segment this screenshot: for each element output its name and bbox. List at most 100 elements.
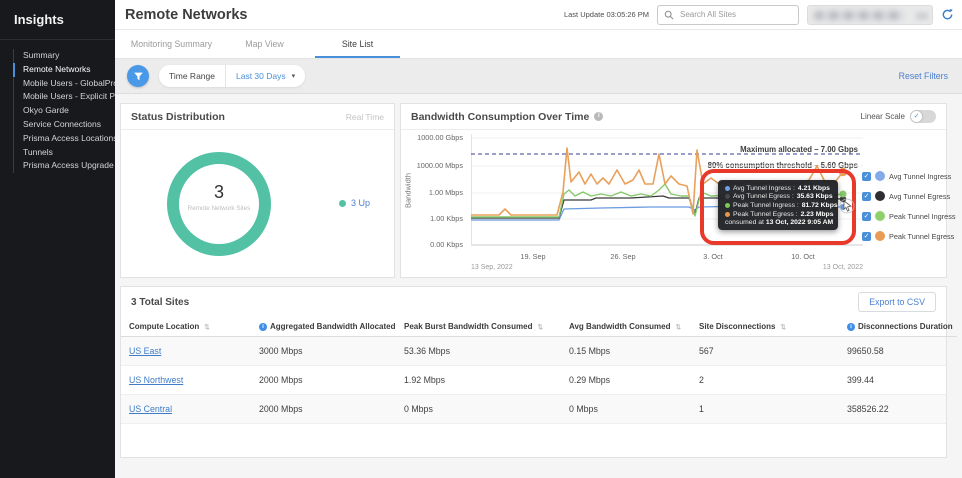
sidebar-item-mobile-users-explicit-proxy[interactable]: Mobile Users - Explicit Proxy — [13, 90, 131, 105]
content-area: Status Distribution Real Time 3 Remote N… — [115, 94, 962, 478]
table-body: US East 3000 Mbps 53.36 Mbps 0.15 Mbps 567 99… — [121, 337, 946, 424]
mouse-cursor — [839, 198, 855, 214]
page-title: Remote Networks — [125, 6, 248, 23]
tab-monitoring-summary[interactable]: Monitoring Summary — [125, 31, 218, 58]
column-header-disconnections-duration[interactable]: i Disconnections Duration — [839, 317, 957, 337]
x-tick-label: 10. Oct — [791, 252, 815, 261]
column-header-compute-location[interactable]: Compute Location ⇅ — [121, 317, 251, 337]
column-header-label: Avg Bandwidth Consumed — [569, 322, 671, 331]
funnel-icon — [133, 72, 143, 80]
linear-scale-toggle[interactable]: ✓ — [910, 110, 936, 123]
last-update-text: Last Update 03:05:26 PM — [563, 10, 649, 19]
status-card-title: Status Distribution — [131, 110, 225, 123]
sidebar-item-mobile-users-globalprotect[interactable]: Mobile Users - GlobalProtect — [13, 76, 132, 91]
export-csv-button[interactable]: Export to CSV — [858, 292, 936, 312]
column-header-avg-bandwidth-consumed[interactable]: Avg Bandwidth Consumed ⇅ — [561, 317, 691, 337]
search-box[interactable] — [657, 4, 799, 25]
linear-scale-label: Linear Scale — [860, 112, 905, 121]
info-icon[interactable]: i — [594, 112, 604, 121]
app-window: Insights Summary Remote Networks Mobile Us… — [0, 0, 962, 478]
tooltip-series-value: 4.21 Kbps — [797, 184, 830, 192]
site-link-us-east[interactable]: US East — [129, 346, 161, 356]
time-range-filter[interactable]: Time Range Last 30 Days ▾ — [159, 65, 306, 87]
legend-item-peak-tunnel-egress: ✓ Peak Tunnel Egress — [862, 226, 956, 246]
checkbox-checked-icon[interactable]: ✓ — [862, 231, 871, 241]
y-tick-label: 1.00 Mbps — [428, 188, 463, 197]
chart-tooltip: Avg Tunnel Ingress : 4.21 Kbps Avg Tunnel… — [718, 180, 838, 230]
tab-site-list[interactable]: Site List — [311, 31, 404, 58]
cell-compute-location[interactable]: US Central — [121, 395, 251, 424]
tooltip-series-label: Peak Tunnel Egress : — [733, 210, 798, 218]
cell-compute-location[interactable]: US Northwest — [121, 366, 251, 395]
up-status-label: 3 Up — [351, 198, 371, 208]
sort-icon[interactable]: ⇅ — [780, 323, 785, 331]
checkbox-checked-icon[interactable]: ✓ — [862, 171, 871, 181]
x-tick-label: 19. Sep — [520, 252, 546, 261]
cell-site-disconnections: 2 — [691, 366, 839, 395]
sidebar-item-tunnels[interactable]: Tunnels — [13, 145, 115, 160]
sidebar-item-okyo-garde[interactable]: Okyo Garde — [13, 104, 115, 118]
y-tick-label: 0.00 Kbps — [430, 240, 463, 249]
sort-icon[interactable]: ⇅ — [204, 323, 209, 331]
reset-filters-link[interactable]: Reset Filters — [899, 71, 948, 81]
info-icon[interactable]: i — [847, 322, 855, 331]
legend-label: Peak Tunnel Egress — [889, 231, 955, 241]
site-count-label: Remote Network Sites — [187, 205, 251, 212]
tab-bar: Monitoring Summary Map View Site List — [115, 31, 962, 59]
cell-peak-burst-bandwidth-consumed: 1.92 Mbps — [396, 366, 561, 395]
status-donut-chart[interactable]: 3 Remote Network Sites — [167, 152, 271, 256]
site-link-us-northwest[interactable]: US Northwest — [129, 375, 183, 385]
cell-disconnections-duration: 399.44 — [839, 366, 946, 395]
legend-label: Avg Tunnel Egress — [889, 191, 951, 201]
legend-dot — [875, 191, 885, 201]
column-header-site-disconnections[interactable]: Site Disconnections ⇅ — [691, 317, 839, 337]
tooltip-row: Avg Tunnel Egress : 35.63 Kbps — [725, 193, 833, 202]
redacted-account-selector[interactable] — [807, 4, 933, 25]
status-legend[interactable]: 3 Up — [339, 198, 370, 208]
checkbox-checked-icon[interactable]: ✓ — [862, 211, 871, 221]
range-start-date: 13 Sep, 2022 — [471, 264, 513, 271]
search-input[interactable] — [678, 9, 788, 20]
site-link-us-central[interactable]: US Central — [129, 404, 172, 414]
tooltip-row: Peak Tunnel Ingress : 81.72 Kbps — [725, 201, 838, 210]
cell-compute-location[interactable]: US East — [121, 337, 251, 366]
cell-site-disconnections: 567 — [691, 337, 839, 366]
cell-avg-bandwidth-consumed: 0.29 Mbps — [561, 366, 691, 395]
cell-aggregated-bandwidth-allocated: 3000 Mbps — [251, 337, 396, 366]
sidebar-item-prisma-access-locations[interactable]: Prisma Access Locations — [13, 131, 117, 146]
column-header-label: Aggregated Bandwidth Allocated — [270, 322, 396, 331]
tab-map-view[interactable]: Map View — [218, 31, 311, 58]
column-header-label: Site Disconnections — [699, 322, 776, 331]
toggle-knob: ✓ — [911, 111, 922, 122]
column-header-peak-burst-bandwidth-consumed[interactable]: Peak Burst Bandwidth Consumed ⇅ — [396, 317, 561, 337]
legend-dot — [875, 231, 885, 241]
filter-button[interactable] — [127, 65, 149, 87]
column-header-aggregated-bandwidth-allocated[interactable]: i Aggregated Bandwidth Allocated — [251, 317, 396, 337]
tooltip-series-value: 35.63 Kbps — [796, 193, 833, 201]
sidebar-item-remote-networks[interactable]: Remote Networks — [13, 62, 115, 77]
table-row: US East 3000 Mbps 53.36 Mbps 0.15 Mbps 567 99… — [121, 337, 946, 366]
tooltip-footer: consumed at 13 Oct, 2022 9:05 AM — [725, 219, 834, 227]
tooltip-row: Peak Tunnel Egress : 2.23 Mbps — [725, 210, 834, 219]
table-header-row: Compute Location ⇅ i Aggregated Bandwidth A… — [121, 317, 957, 337]
legend-dot — [875, 211, 885, 221]
info-icon[interactable]: i — [259, 322, 267, 331]
range-end-date: 13 Oct, 2022 — [822, 264, 863, 271]
tooltip-series-dot — [725, 211, 730, 217]
chevron-down-icon: ▾ — [291, 73, 296, 80]
real-time-badge: Real Time — [345, 111, 384, 122]
refresh-icon[interactable] — [941, 8, 954, 21]
checkbox-checked-icon[interactable]: ✓ — [862, 191, 871, 201]
sidebar-item-prisma-access-upgrade[interactable]: Prisma Access Upgrade — [13, 159, 115, 174]
time-range-value[interactable]: Last 30 Days — [226, 65, 292, 87]
tooltip-series-value: 2.23 Mbps — [800, 210, 834, 218]
sidebar-item-summary[interactable]: Summary — [13, 49, 115, 63]
x-tick-label: 3. Oct — [703, 252, 723, 261]
sort-icon[interactable]: ⇅ — [675, 323, 680, 331]
up-status-dot — [339, 199, 346, 207]
cell-avg-bandwidth-consumed: 0.15 Mbps — [561, 337, 691, 366]
sidebar-item-service-connections[interactable]: Service Connections — [13, 117, 115, 132]
tooltip-series-dot — [725, 185, 730, 191]
bandwidth-legend: ✓ Avg Tunnel Ingress ✓ Avg Tunnel Egress ✓ Pe… — [862, 166, 956, 246]
sort-icon[interactable]: ⇅ — [537, 323, 542, 331]
